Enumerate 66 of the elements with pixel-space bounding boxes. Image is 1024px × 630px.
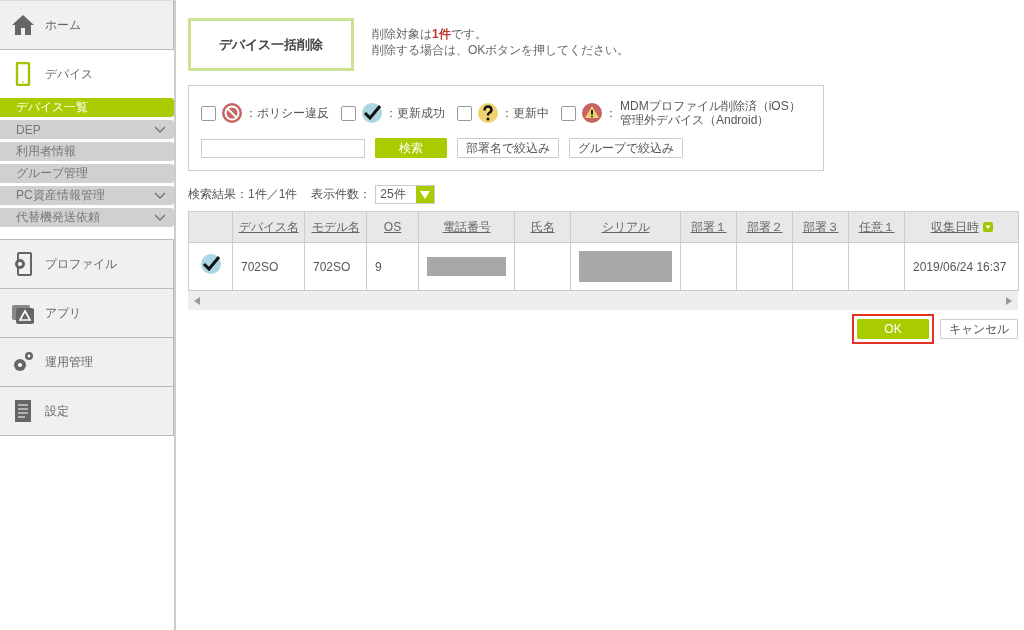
group-filter-button[interactable]: グループで絞込み bbox=[569, 138, 683, 158]
checkbox[interactable] bbox=[561, 105, 576, 121]
scroll-left-icon[interactable] bbox=[194, 296, 200, 305]
home-icon bbox=[11, 13, 35, 37]
nav-label: デバイス bbox=[45, 65, 93, 83]
page-title: デバイス一括削除 bbox=[188, 18, 354, 71]
gears-icon bbox=[11, 350, 35, 374]
nav-item[interactable]: 設定 bbox=[0, 387, 174, 436]
column-header[interactable]: モデル名 bbox=[304, 211, 367, 243]
status-label: MDMプロファイル削除済（iOS） bbox=[620, 99, 801, 113]
submenu-item[interactable]: 利用者情報 bbox=[0, 142, 174, 161]
nav-label: プロファイル bbox=[45, 255, 117, 273]
submenu-item[interactable]: 代替機発送依頼 bbox=[0, 208, 174, 227]
submenu-item[interactable]: DEP bbox=[0, 120, 174, 139]
per-page-select[interactable]: 25件 bbox=[375, 185, 436, 204]
status-label: ：更新中 bbox=[501, 104, 549, 122]
checkbox[interactable] bbox=[341, 105, 356, 121]
table-cell bbox=[792, 242, 849, 291]
table-cell: 2019/06/24 16:37 bbox=[904, 242, 1019, 291]
nav-label: ホーム bbox=[45, 16, 81, 34]
submenu-item[interactable]: PC資産情報管理 bbox=[0, 186, 174, 205]
nav-label: 設定 bbox=[45, 402, 69, 420]
status-label: 管理外デバイス（Android） bbox=[620, 113, 771, 127]
message-text: 削除する場合は、OKボタンを押してください。 bbox=[372, 42, 630, 58]
column-header[interactable]: 部署１ bbox=[680, 211, 737, 243]
column-header[interactable]: 電話番号 bbox=[418, 211, 515, 243]
result-count: 検索結果：1件／1件 bbox=[188, 186, 298, 203]
department-filter-button[interactable]: 部署名で絞込み bbox=[457, 138, 559, 158]
checkbox[interactable] bbox=[201, 105, 216, 121]
column-header[interactable]: 氏名 bbox=[514, 211, 571, 243]
scroll-right-icon[interactable] bbox=[1006, 296, 1012, 305]
question-icon bbox=[478, 103, 498, 123]
cancel-button[interactable]: キャンセル bbox=[940, 319, 1018, 339]
nav-label: 運用管理 bbox=[45, 353, 93, 371]
column-header[interactable]: OS bbox=[366, 211, 419, 243]
table-cell: 702SO bbox=[304, 242, 367, 291]
search-field[interactable] bbox=[201, 138, 365, 158]
check-icon bbox=[362, 103, 382, 123]
nav-item[interactable]: ホーム bbox=[0, 1, 174, 50]
table-cell bbox=[736, 242, 793, 291]
status-label: ：更新成功 bbox=[385, 104, 445, 122]
nav-item[interactable]: プロファイル bbox=[0, 240, 174, 289]
table-cell bbox=[848, 242, 905, 291]
prohibited-icon bbox=[222, 103, 242, 123]
check-icon bbox=[200, 254, 221, 274]
nav-label: アプリ bbox=[45, 304, 81, 322]
column-header[interactable]: 部署２ bbox=[736, 211, 793, 243]
dropdown-icon bbox=[420, 190, 431, 199]
nav-item[interactable]: 運用管理 bbox=[0, 338, 174, 387]
column-header[interactable]: 収集日時 bbox=[904, 211, 1019, 243]
per-page-label: 表示件数： bbox=[311, 186, 372, 203]
horizontal-scrollbar[interactable] bbox=[188, 291, 1018, 310]
checkbox[interactable] bbox=[457, 105, 472, 121]
column-header[interactable]: デバイス名 bbox=[232, 211, 305, 243]
column-header[interactable] bbox=[188, 211, 233, 243]
column-header[interactable]: シリアル bbox=[570, 211, 681, 243]
warning-icon bbox=[582, 103, 602, 123]
column-header[interactable]: 任意１ bbox=[848, 211, 905, 243]
table-cell: 9 bbox=[366, 242, 419, 291]
column-header[interactable]: 部署３ bbox=[792, 211, 849, 243]
status-label: ：ポリシー違反 bbox=[245, 104, 329, 122]
message-text: 削除対象は1件です。 bbox=[372, 26, 488, 42]
nav-item[interactable]: アプリ bbox=[0, 289, 174, 338]
submenu-item[interactable]: グループ管理 bbox=[0, 164, 174, 183]
table-cell: 702SO bbox=[232, 242, 305, 291]
separator-text: ： bbox=[605, 104, 617, 122]
